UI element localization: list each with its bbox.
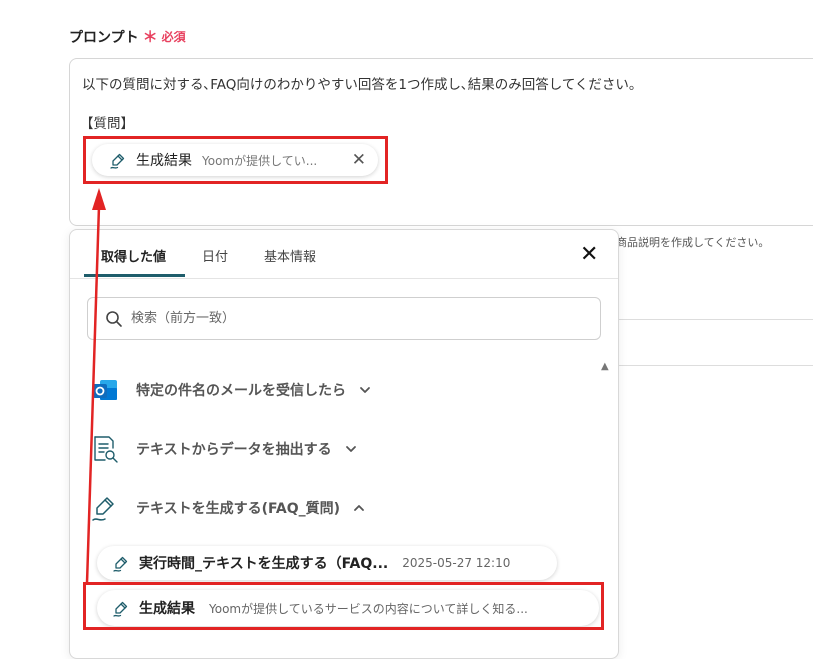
tab-acquired-values[interactable]: 取得した値 [101,246,166,265]
required-star-icon: ＊ [142,28,158,46]
group-generate-text[interactable]: テキストを生成する(FAQ_質問) [90,493,366,523]
picker-tabs: 取得した値 日付 基本情報 ✕ [70,230,618,279]
chip-remove-icon[interactable]: ✕ [352,150,366,170]
group-label: テキストを生成する(FAQ_質問) [136,501,341,517]
chip-subtitle: Yoomが提供してい... [202,153,318,168]
item-value: 2025-05-27 12:10 [402,556,511,570]
group-label: テキストからデータを抽出する [136,442,332,458]
prompt-textarea[interactable]: 以下の質問に対する､FAQ向けのわかりやすい回答を1つ作成し､結果のみ回答してく… [69,58,813,226]
field-hint-text: 商品説明を作成してください。 [616,236,770,249]
active-tab-indicator [84,274,185,277]
pen-icon [111,598,131,618]
prompt-field-label: プロンプト [69,29,139,46]
prompt-field-label-row: プロンプト ＊ 必須 [69,26,186,47]
chevron-down-icon [358,383,372,397]
group-extract-data[interactable]: テキストからデータを抽出する [90,434,358,464]
variable-item-execution-time[interactable]: 実行時間_テキストを生成する（FAQ... 2025-05-27 12:10 [97,546,557,580]
required-badge: 必須 [161,30,186,44]
document-search-icon [90,434,120,464]
item-title: 生成結果 [139,601,195,617]
chip-title: 生成結果 [136,153,192,169]
variable-item-generated-result[interactable]: 生成結果 Yoomが提供しているサービスの内容について詳しく知る... [97,590,599,626]
scroll-up-icon[interactable]: ▲ [601,361,609,372]
group-label: 特定の件名のメールを受信したら [136,383,346,399]
variable-picker-panel: 取得した値 日付 基本情報 ✕ ▲ 特定の件名のメールを受信したら [69,229,619,659]
prompt-text-line-1: 以下の質問に対する､FAQ向けのわかりやすい回答を1つ作成し､結果のみ回答してく… [82,77,643,93]
chevron-up-icon [352,501,366,515]
pen-icon [90,493,120,523]
pen-icon [111,553,131,573]
item-title: 実行時間_テキストを生成する（FAQ... [139,556,389,572]
close-icon[interactable]: ✕ [580,242,598,267]
prompt-text-line-2: 【質問】 [80,116,134,132]
item-value: Yoomが提供しているサービスの内容について詳しく知る... [209,601,528,616]
tab-date[interactable]: 日付 [202,246,228,265]
search-input[interactable] [129,310,553,327]
search-field[interactable] [87,297,601,340]
search-icon [105,310,123,328]
divider [619,319,813,320]
pen-icon [108,150,128,170]
outlook-icon [90,375,120,405]
tab-basic-info[interactable]: 基本情報 [264,246,316,265]
chevron-down-icon [344,442,358,456]
inserted-variable-chip[interactable]: 生成結果 Yoomが提供してい... ✕ [92,144,378,176]
divider [619,365,813,366]
group-mail-trigger[interactable]: 特定の件名のメールを受信したら [90,375,372,405]
